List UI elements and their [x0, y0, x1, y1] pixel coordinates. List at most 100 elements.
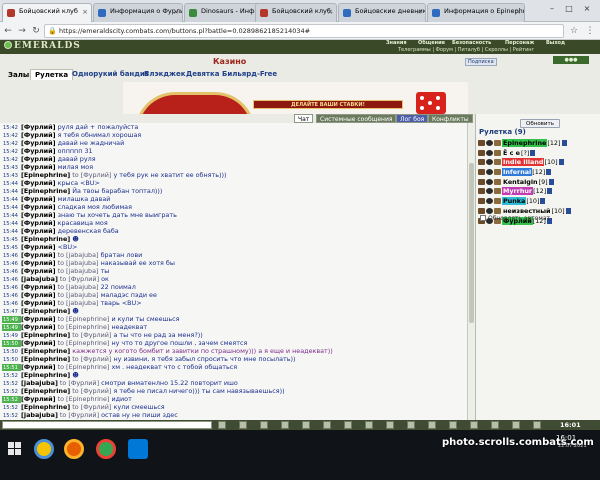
chrome-icon[interactable] [96, 439, 116, 459]
private-icon[interactable] [478, 207, 485, 214]
message-target[interactable]: to [Фурлий] [72, 387, 111, 395]
message-target[interactable]: to [Фурлий] [60, 275, 99, 283]
clear-chat-icon[interactable] [218, 421, 226, 429]
sys-icon[interactable] [407, 421, 415, 429]
player-name[interactable]: Ё с е [502, 149, 521, 157]
message-nick[interactable]: [Фурлий] [21, 259, 56, 267]
player-row[interactable]: Indie Illand[10] [478, 158, 600, 168]
sound-icon[interactable] [281, 421, 289, 429]
player-info-icon[interactable] [546, 169, 552, 176]
message-nick[interactable]: [Фурлий] [21, 323, 56, 331]
file-explorer-icon[interactable] [34, 439, 54, 459]
close-tab-icon[interactable]: × [327, 8, 333, 16]
settings-icon[interactable] [323, 421, 331, 429]
message-nick[interactable]: [Фурлий] [21, 219, 56, 227]
browser-tab[interactable]: Информация о Фурлий × [93, 3, 183, 22]
message-nick[interactable]: [Фурлий] [21, 339, 56, 347]
message-nick[interactable]: [Epinephrine] [21, 347, 70, 355]
nav-security[interactable]: Безопасность [452, 40, 491, 47]
player-row[interactable]: Kentalgin[9] [478, 178, 600, 188]
player-row[interactable]: Ё с е[?] [478, 149, 600, 159]
message-nick[interactable]: [Фурлий] [21, 211, 56, 219]
message-target[interactable]: to [Фурлий] [72, 403, 111, 411]
message-nick[interactable]: [Фурлий] [21, 395, 56, 403]
player-info-icon[interactable] [565, 207, 571, 214]
browser-tab[interactable]: Бойцовский клуб. × [255, 3, 337, 22]
message-nick[interactable]: [Фурлий] [21, 227, 56, 235]
chat-message-input[interactable] [2, 421, 212, 429]
message-nick[interactable]: [Фурлий] [21, 315, 56, 323]
app-icon[interactable] [128, 439, 148, 459]
private-icon[interactable] [478, 149, 485, 156]
help-icon[interactable] [449, 421, 457, 429]
message-target[interactable]: to [Фурлий] [60, 379, 99, 387]
message-nick[interactable]: [Фурлий] [21, 179, 56, 187]
maximize-icon[interactable]: □ [562, 3, 576, 15]
player-info-icon[interactable] [548, 178, 554, 185]
message-target[interactable]: to [Фурлий] [60, 411, 99, 419]
player-name[interactable]: неизвестный [502, 207, 551, 215]
message-nick[interactable]: [Фурлий] [21, 139, 56, 147]
private-icon[interactable] [478, 169, 485, 176]
message-nick[interactable]: [jabajuba] [21, 379, 58, 387]
battle-icon[interactable] [491, 421, 499, 429]
message-nick[interactable]: [Фурлий] [21, 283, 56, 291]
close-tab-icon[interactable]: × [416, 8, 422, 16]
reload-icon[interactable]: ↻ [30, 25, 42, 37]
private-icon[interactable] [478, 178, 485, 185]
private-icon[interactable] [478, 188, 485, 195]
nav-character[interactable]: Персонаж [505, 40, 534, 47]
message-target[interactable]: to [jabajuba] [58, 291, 99, 299]
map-icon[interactable] [470, 421, 478, 429]
hall-tab-roulette[interactable]: Рулетка [30, 69, 74, 80]
menu-icon[interactable]: ⋮ [584, 25, 596, 37]
player-row[interactable]: Epinephrine[12] [478, 139, 600, 149]
message-nick[interactable]: [Фурлий] [21, 363, 56, 371]
exit-icon[interactable] [533, 421, 541, 429]
tab-conflicts[interactable]: Конфликты [428, 114, 473, 123]
player-info-icon[interactable] [561, 140, 567, 146]
player-row[interactable]: Punka[10] [478, 197, 600, 207]
star-icon[interactable]: ☆ [568, 25, 580, 37]
private-icon[interactable] [386, 421, 394, 429]
nav-knowledge[interactable]: Знания [386, 40, 407, 47]
player-info-icon[interactable] [530, 149, 536, 156]
message-nick[interactable]: [Фурлий] [21, 123, 56, 131]
tab-battle-log[interactable]: Лог боя [396, 114, 429, 123]
message-target[interactable]: to [jabajuba] [58, 251, 99, 259]
player-info-icon[interactable] [540, 198, 546, 205]
online-badge[interactable]: ●●● [553, 56, 589, 64]
nav-exit[interactable]: Выход [546, 40, 565, 47]
firefox-icon[interactable] [64, 439, 84, 459]
auto-refresh-checkbox[interactable] [480, 215, 486, 221]
secondary-nav[interactable]: Телеграммы | Форум | Питалуб | Скроллы |… [398, 47, 598, 54]
message-target[interactable]: to [Epinephrine] [58, 363, 110, 371]
url-input[interactable]: 🔒 https://emeraldscity.combats.com/butto… [44, 24, 564, 38]
message-nick[interactable]: [Epinephrine] [21, 403, 70, 411]
message-target[interactable]: to [Фурлий] [72, 171, 111, 179]
minimize-icon[interactable]: – [545, 3, 559, 15]
message-target[interactable]: to [Фурлий] [72, 355, 111, 363]
player-info-icon[interactable] [547, 188, 553, 195]
message-target[interactable]: to [jabajuba] [58, 283, 99, 291]
message-nick[interactable]: [Фурлий] [21, 243, 56, 251]
tab-chat[interactable]: Чат [294, 114, 314, 123]
browser-tab[interactable]: Информация о Epinephrine × [427, 3, 525, 22]
browser-tab[interactable]: Бойцовские дневники × [338, 3, 426, 22]
message-nick[interactable]: [Фурлий] [21, 291, 56, 299]
message-nick[interactable]: [Фурлий] [21, 155, 56, 163]
private-icon[interactable] [478, 198, 485, 205]
message-nick[interactable]: [Epinephrine] [21, 171, 70, 179]
forward-icon[interactable]: → [16, 25, 28, 37]
smiles-icon[interactable] [239, 421, 247, 429]
player-name[interactable]: Punka [502, 197, 527, 206]
refresh-chat-icon[interactable] [344, 421, 352, 429]
close-tab-icon[interactable]: × [82, 8, 88, 16]
message-nick[interactable]: [Фурлий] [21, 131, 56, 139]
message-nick[interactable]: [Фурлий] [21, 195, 56, 203]
back-icon[interactable]: ← [2, 25, 14, 37]
browser-tab[interactable]: Бойцовский клуб × [2, 3, 92, 22]
message-target[interactable]: to [Фурлий] [72, 331, 111, 339]
player-row[interactable]: Myrrhur[12] [478, 187, 600, 197]
auto-refresh-row[interactable]: Обновлять автомат. [480, 215, 552, 222]
